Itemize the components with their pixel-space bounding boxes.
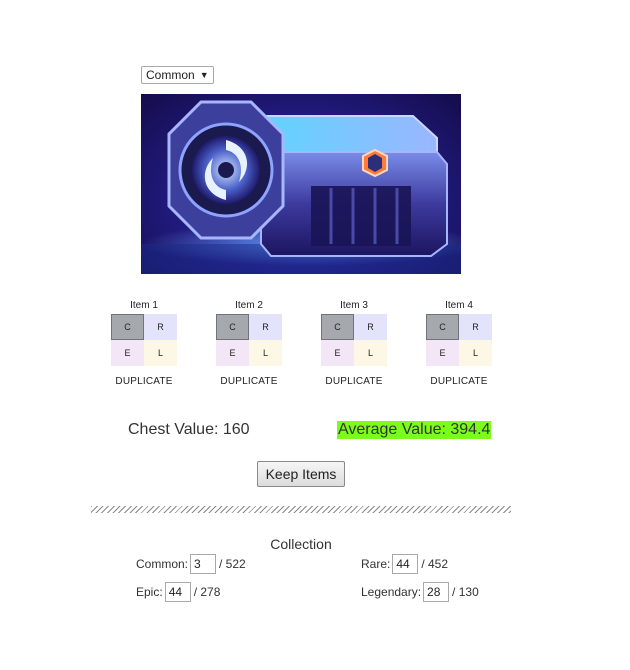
rarity-picker: C R E L [321, 314, 387, 366]
triangle-down-icon: ▼ [199, 70, 209, 80]
item-title: Item 1 [130, 300, 158, 311]
common-count-input[interactable] [190, 554, 217, 574]
rarity-legendary-button[interactable]: L [144, 340, 177, 366]
rarity-common-button[interactable]: C [111, 314, 144, 340]
rarity-select-value: Common [146, 68, 195, 82]
duplicate-status: DUPLICATE [325, 376, 383, 387]
collection-title: Collection [270, 536, 332, 552]
collection-rare: Rare: / 452 [361, 554, 448, 574]
rarity-legendary-button[interactable]: L [249, 340, 282, 366]
collection-epic: Epic: / 278 [136, 582, 220, 602]
epic-label: Epic: [136, 585, 163, 599]
rarity-picker: C R E L [216, 314, 282, 366]
collection-legendary: Legendary: / 130 [361, 582, 479, 602]
chest-value: Chest Value: 160 [128, 421, 250, 438]
rarity-epic-button[interactable]: E [216, 340, 249, 366]
rarity-rare-button[interactable]: R [144, 314, 177, 340]
item-title: Item 4 [445, 300, 473, 311]
legendary-total: / 130 [452, 585, 479, 599]
duplicate-status: DUPLICATE [115, 376, 173, 387]
legendary-count-input[interactable] [423, 582, 450, 602]
epic-count-input[interactable] [164, 582, 191, 602]
item-title: Item 3 [340, 300, 368, 311]
rarity-epic-button[interactable]: E [111, 340, 144, 366]
rarity-common-button[interactable]: C [216, 314, 249, 340]
common-total: / 522 [219, 557, 246, 571]
rarity-rare-button[interactable]: R [249, 314, 282, 340]
hatched-divider [91, 506, 511, 513]
item-title: Item 2 [235, 300, 263, 311]
chest-simulator-page: Common ▼ Item 1 C R E L DUPLICATE Item 2… [0, 0, 630, 670]
item-1: Item 1 C R E L DUPLICATE [111, 300, 177, 387]
item-3: Item 3 C R E L DUPLICATE [321, 300, 387, 387]
loot-chest-illustration [141, 100, 461, 274]
rarity-legendary-button[interactable]: L [459, 340, 492, 366]
rare-count-input[interactable] [392, 554, 419, 574]
rarity-rare-button[interactable]: R [459, 314, 492, 340]
item-2: Item 2 C R E L DUPLICATE [216, 300, 282, 387]
rarity-picker: C R E L [111, 314, 177, 366]
collection-common: Common: / 522 [136, 554, 246, 574]
rarity-legendary-button[interactable]: L [354, 340, 387, 366]
loot-chest-image [141, 94, 461, 274]
rarity-epic-button[interactable]: E [321, 340, 354, 366]
duplicate-status: DUPLICATE [430, 376, 488, 387]
rare-total: / 452 [421, 557, 449, 571]
duplicate-status: DUPLICATE [220, 376, 278, 387]
rarity-common-button[interactable]: C [426, 314, 459, 340]
epic-total: / 278 [193, 585, 221, 599]
rare-label: Rare: [361, 557, 391, 571]
rarity-epic-button[interactable]: E [426, 340, 459, 366]
rarity-rare-button[interactable]: R [354, 314, 387, 340]
legendary-label: Legendary: [361, 585, 422, 599]
rarity-common-button[interactable]: C [321, 314, 354, 340]
common-label: Common: [136, 557, 189, 571]
rarity-picker: C R E L [426, 314, 492, 366]
item-4: Item 4 C R E L DUPLICATE [426, 300, 492, 387]
average-value: Average Value: 394.4 [337, 421, 492, 439]
rarity-select[interactable]: Common ▼ [141, 66, 214, 84]
keep-items-button[interactable]: Keep Items [257, 461, 345, 487]
